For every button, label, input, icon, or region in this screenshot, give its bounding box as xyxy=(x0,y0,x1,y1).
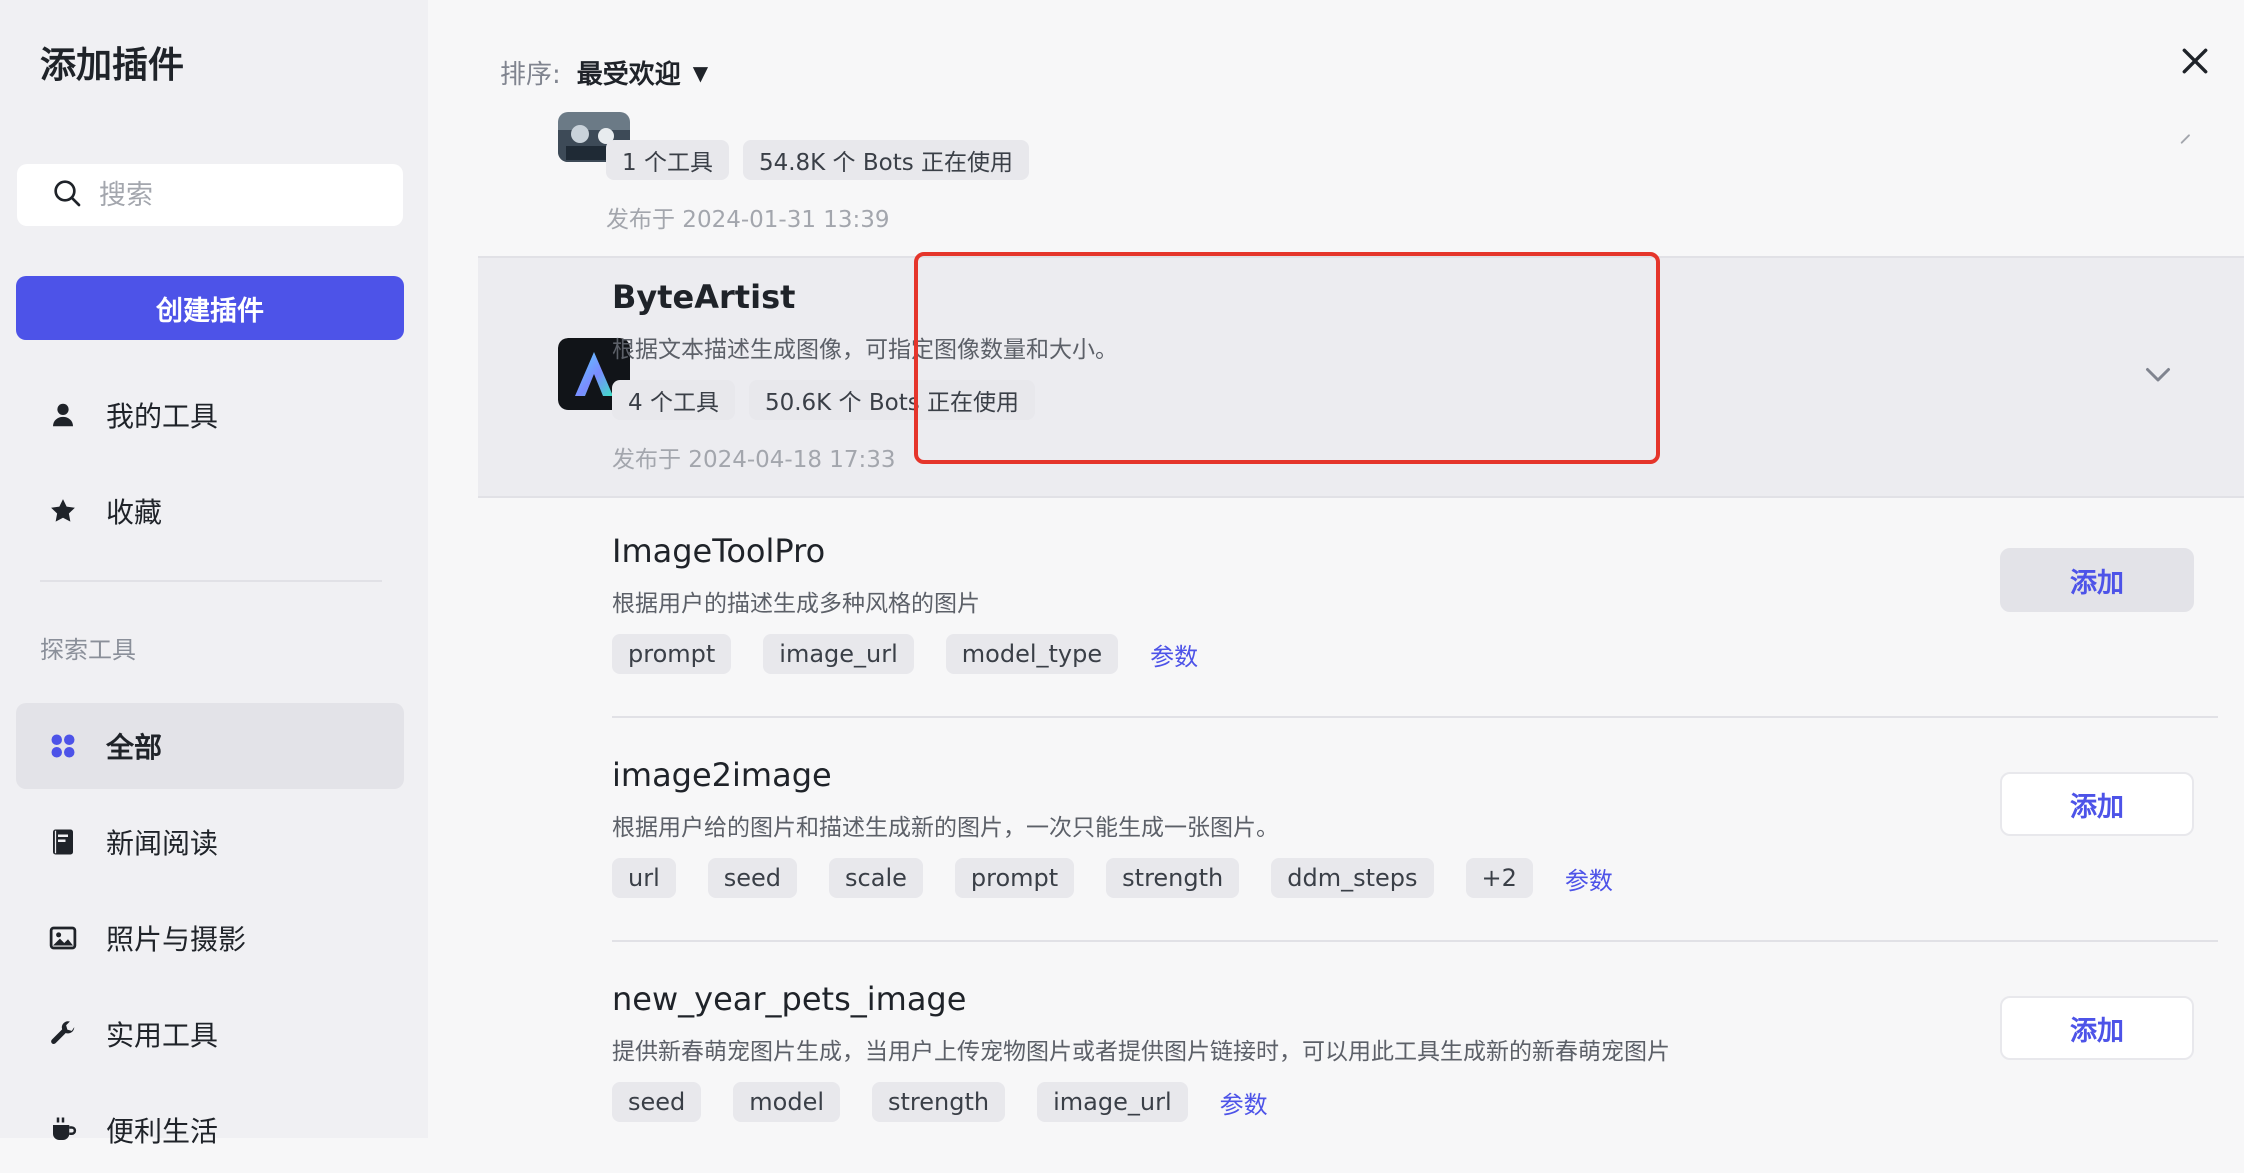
params-link[interactable]: 参数 xyxy=(1565,861,1613,896)
param-tags: seed model strength image_url 参数 xyxy=(612,1082,1268,1122)
nav-item-label: 新闻阅读 xyxy=(106,827,219,860)
star-icon xyxy=(46,494,80,528)
nav-item-utilities[interactable]: 实用工具 xyxy=(16,991,404,1077)
param-tag: model xyxy=(733,1082,841,1122)
add-button[interactable]: 添加 xyxy=(2000,772,2194,836)
param-tag: model_type xyxy=(945,634,1119,674)
grid-icon xyxy=(46,729,80,763)
param-tag: prompt xyxy=(612,634,732,674)
param-tag: seed xyxy=(612,1082,702,1122)
tool-description: 根据用户给的图片和描述生成新的图片，一次只能生成一张图片。 xyxy=(612,815,1279,841)
params-link[interactable]: 参数 xyxy=(1150,637,1198,672)
param-tag: url xyxy=(612,858,676,898)
main-panel: 排序: 最受欢迎 ▼ 1 个工具 54.8K 个 Bots 正在使用 发布于 2… xyxy=(428,0,2244,1138)
param-tag: strength xyxy=(1106,858,1240,898)
tool-description: 提供新春萌宠图片生成，当用户上传宠物图片或者提供图片链接时，可以用此工具生成新的… xyxy=(612,1039,1670,1065)
search-icon xyxy=(51,177,83,213)
wrench-icon xyxy=(46,1017,80,1051)
plugin-tags: 1 个工具 54.8K 个 Bots 正在使用 xyxy=(606,140,1043,180)
param-tag: image_url xyxy=(1037,1082,1188,1122)
section-label-explore: 探索工具 xyxy=(40,636,136,664)
search-input[interactable] xyxy=(97,178,401,212)
sort-label: 排序: xyxy=(500,60,561,90)
search-box[interactable] xyxy=(17,164,403,226)
nav-item-news[interactable]: 新闻阅读 xyxy=(16,799,404,885)
caret-down-icon: ▼ xyxy=(692,60,709,85)
sidebar: 添加插件 创建插件 我的工具 收藏 探索工具 全部 新闻阅读 xyxy=(0,0,428,1148)
nav-item-label: 全部 xyxy=(106,731,163,764)
cup-icon xyxy=(46,1113,80,1147)
nav-item-label: 便利生活 xyxy=(106,1115,219,1148)
close-icon xyxy=(2182,48,2208,74)
param-tag: ddm_steps xyxy=(1271,858,1434,898)
tool-name: image2image xyxy=(612,756,832,794)
add-button[interactable]: 添加 xyxy=(2000,548,2194,612)
nav-item-favorites[interactable]: 收藏 xyxy=(16,468,404,554)
tool-name: new_year_pets_image xyxy=(612,980,967,1018)
params-link[interactable]: 参数 xyxy=(1220,1085,1268,1120)
param-tag-more[interactable]: +2 xyxy=(1465,858,1533,898)
highlight-annotation xyxy=(914,252,1660,464)
chevron-down-icon[interactable] xyxy=(2140,356,2176,392)
chevron-icon xyxy=(2178,128,2200,150)
plugin-name: ByteArtist xyxy=(612,278,796,316)
nav-item-photo[interactable]: 照片与摄影 xyxy=(16,895,404,981)
nav-item-my-tools[interactable]: 我的工具 xyxy=(16,372,404,458)
close-button[interactable] xyxy=(2174,40,2216,82)
bots-usage-tag: 54.8K 个 Bots 正在使用 xyxy=(742,140,1030,180)
nav-item-label: 我的工具 xyxy=(106,400,219,433)
create-plugin-button[interactable]: 创建插件 xyxy=(16,276,404,340)
param-tag: strength xyxy=(872,1082,1006,1122)
param-tag: image_url xyxy=(763,634,914,674)
sort-value: 最受欢迎 xyxy=(576,60,681,90)
nav-item-life[interactable]: 便利生活 xyxy=(16,1087,404,1173)
param-tags: prompt image_url model_type 参数 xyxy=(612,634,1198,674)
nav-item-label: 照片与摄影 xyxy=(106,923,247,956)
nav-item-label: 收藏 xyxy=(106,496,163,529)
user-icon xyxy=(46,398,80,432)
tool-row-imagetoolpro: ImageToolPro 根据用户的描述生成多种风格的图片 prompt ima… xyxy=(612,496,2218,718)
tools-count-tag: 4 个工具 xyxy=(612,380,735,420)
param-tag: seed xyxy=(707,858,798,898)
book-icon xyxy=(46,825,80,859)
tools-count-tag: 1 个工具 xyxy=(606,140,729,180)
tool-row-new-year-pets: new_year_pets_image 提供新春萌宠图片生成，当用户上传宠物图片… xyxy=(612,944,2218,1138)
sidebar-title: 添加插件 xyxy=(40,45,185,86)
tool-name: ImageToolPro xyxy=(612,532,826,570)
param-tags: url seed scale prompt strength ddm_steps… xyxy=(612,858,1613,898)
tool-description: 根据用户的描述生成多种风格的图片 xyxy=(612,591,980,617)
image-icon xyxy=(46,921,80,955)
param-tag: scale xyxy=(829,858,923,898)
sidebar-divider xyxy=(40,580,382,582)
publish-date: 发布于 2024-01-31 13:39 xyxy=(606,207,890,233)
plugin-card-partial[interactable]: 1 个工具 54.8K 个 Bots 正在使用 发布于 2024-01-31 1… xyxy=(478,112,2218,256)
publish-date: 发布于 2024-04-18 17:33 xyxy=(612,447,896,473)
tool-row-image2image: image2image 根据用户给的图片和描述生成新的图片，一次只能生成一张图片… xyxy=(612,720,2218,942)
nav-item-label: 实用工具 xyxy=(106,1019,219,1052)
nav-item-all[interactable]: 全部 xyxy=(16,703,404,789)
add-button[interactable]: 添加 xyxy=(2000,996,2194,1060)
sort-dropdown[interactable]: 排序: 最受欢迎 ▼ xyxy=(500,54,708,91)
param-tag: prompt xyxy=(954,858,1075,898)
